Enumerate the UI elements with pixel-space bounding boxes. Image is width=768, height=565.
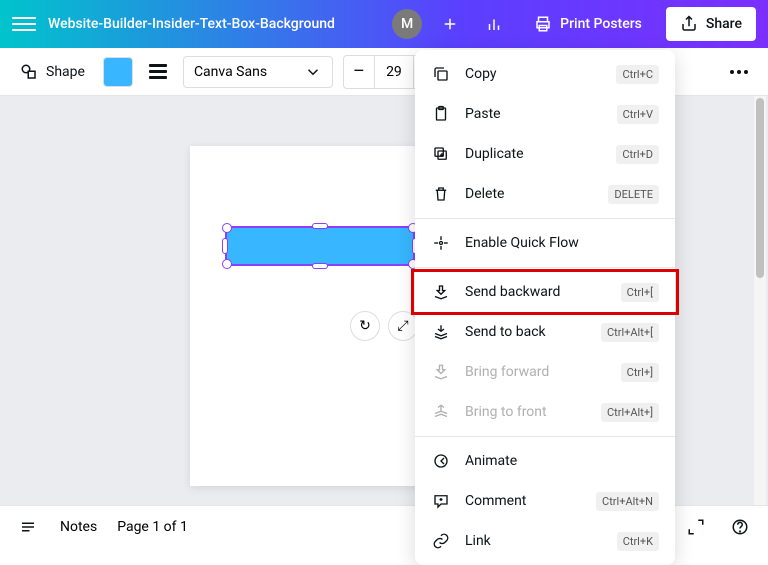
menu-item-label: Bring to front <box>465 404 587 420</box>
menu-item-label: Enable Quick Flow <box>465 235 659 251</box>
delete-icon <box>431 184 451 204</box>
flow-icon <box>431 233 451 253</box>
menu-item-label: Send to back <box>465 324 587 340</box>
menu-item-send-back[interactable]: Send to back Ctrl+Alt+[ <box>415 312 675 352</box>
selected-shape[interactable] <box>225 226 415 266</box>
menu-item-shortcut: Ctrl+Alt+] <box>601 403 659 422</box>
border-style-button[interactable] <box>143 57 173 87</box>
menu-item-shortcut: DELETE <box>608 185 659 204</box>
paste-icon <box>431 104 451 124</box>
menu-item-delete[interactable]: Delete DELETE <box>415 174 675 214</box>
font-size-input[interactable] <box>374 56 414 88</box>
print-posters-button[interactable]: Print Posters <box>522 9 654 39</box>
resize-handle-mt[interactable] <box>312 223 328 229</box>
shape-icon <box>20 63 38 81</box>
menu-item-shortcut: Ctrl+D <box>616 145 659 164</box>
fullscreen-icon[interactable] <box>684 515 708 539</box>
print-icon <box>534 15 552 33</box>
send-backward-icon <box>431 282 451 302</box>
hamburger-icon[interactable] <box>12 12 36 36</box>
menu-item-bring-forward: Bring forward Ctrl+] <box>415 352 675 392</box>
bring-forward-icon <box>431 362 451 382</box>
bring-front-icon <box>431 402 451 422</box>
scrollbar-thumb[interactable] <box>756 98 764 278</box>
menu-item-comment[interactable]: Comment Ctrl+Alt+N <box>415 481 675 521</box>
menu-item-link[interactable]: LinkCtrl+K <box>415 521 675 561</box>
copy-icon <box>431 64 451 84</box>
menu-item-copy[interactable]: Copy Ctrl+C <box>415 54 675 94</box>
font-select[interactable]: Canva Sans <box>183 56 333 88</box>
menu-item-shortcut: Ctrl+Alt+[ <box>601 323 659 342</box>
menu-item-animate[interactable]: Animate <box>415 441 675 481</box>
fill-color-swatch[interactable] <box>103 57 133 87</box>
menu-item-label: Delete <box>465 186 594 202</box>
menu-item-label: Bring forward <box>465 364 607 380</box>
resize-handle-mb[interactable] <box>312 263 328 269</box>
duplicate-icon <box>431 144 451 164</box>
link-icon <box>431 531 451 551</box>
menu-item-paste[interactable]: Paste Ctrl+V <box>415 94 675 134</box>
menu-item-duplicate[interactable]: Duplicate Ctrl+D <box>415 134 675 174</box>
share-icon <box>680 15 698 33</box>
help-icon[interactable] <box>728 515 752 539</box>
menu-item-bring-front: Bring to front Ctrl+Alt+] <box>415 392 675 432</box>
menu-item-shortcut: Ctrl+K <box>617 532 659 551</box>
document-title[interactable]: Website-Builder-Insider-Text-Box-Backgro… <box>48 16 380 32</box>
analytics-icon[interactable] <box>478 8 510 40</box>
menu-item-shortcut: Ctrl+] <box>621 363 659 382</box>
resize-handle-bl[interactable] <box>222 259 232 269</box>
menu-item-label: Duplicate <box>465 146 602 162</box>
menu-item-send-backward[interactable]: Send backward Ctrl+[ <box>415 272 675 312</box>
menu-item-label: Copy <box>465 66 602 82</box>
menu-item-label: Comment <box>465 493 582 509</box>
top-bar: Website-Builder-Insider-Text-Box-Backgro… <box>0 0 768 48</box>
resize-handle-ml[interactable] <box>222 238 228 254</box>
menu-item-shortcut: Ctrl+C <box>616 65 659 84</box>
chevron-down-icon <box>304 63 322 81</box>
notes-icon[interactable] <box>16 515 40 539</box>
decrease-size-button[interactable]: – <box>344 56 374 88</box>
add-member-icon[interactable] <box>434 8 466 40</box>
share-button[interactable]: Share <box>666 7 756 41</box>
menu-item-label: Paste <box>465 106 603 122</box>
menu-item-shortcut: Ctrl+[ <box>621 283 659 302</box>
comment-icon <box>431 491 451 511</box>
expand-button[interactable]: ⤢ <box>388 311 418 341</box>
menu-item-label: Animate <box>465 453 659 469</box>
resize-handle-tl[interactable] <box>222 223 232 233</box>
page-indicator[interactable]: Page 1 of 1 <box>117 519 188 535</box>
notes-label[interactable]: Notes <box>60 519 97 535</box>
sync-button[interactable]: ↻ <box>350 311 380 341</box>
avatar[interactable]: M <box>392 9 422 39</box>
menu-item-flow[interactable]: Enable Quick Flow <box>415 223 675 263</box>
menu-item-shortcut: Ctrl+Alt+N <box>596 492 659 511</box>
more-options-button[interactable] <box>722 62 756 82</box>
menu-item-label: Send backward <box>465 284 607 300</box>
shape-button[interactable]: Shape <box>12 57 93 87</box>
context-menu: Copy Ctrl+C Paste Ctrl+V Duplicate Ctrl+D Dele… <box>415 50 675 565</box>
menu-item-shortcut: Ctrl+V <box>617 105 659 124</box>
scrollbar[interactable] <box>754 96 766 526</box>
send-back-icon <box>431 322 451 342</box>
animate-icon <box>431 451 451 471</box>
floating-controls: ↻ ⤢ <box>350 311 418 341</box>
